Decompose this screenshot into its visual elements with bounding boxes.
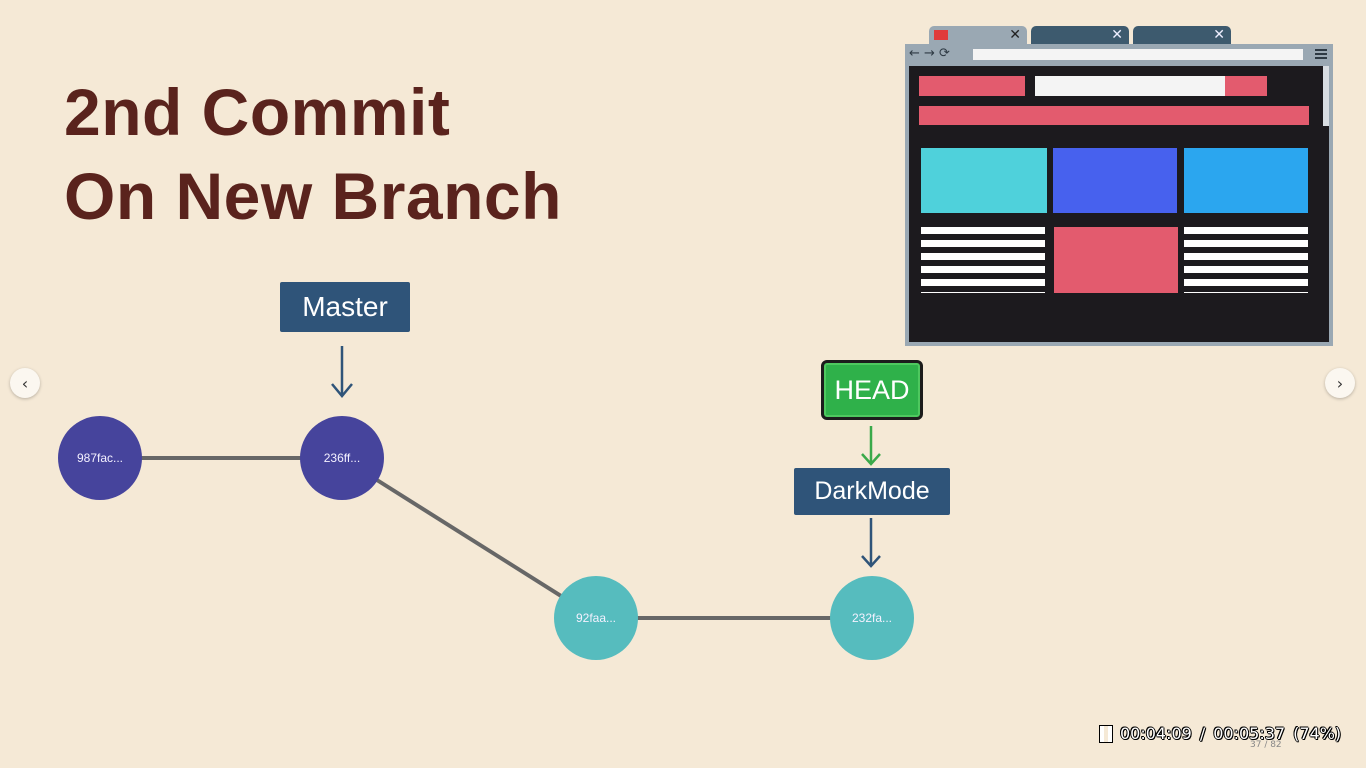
darkmode-branch-label: DarkMode <box>794 468 950 515</box>
browser-tab: ✕ <box>1031 26 1129 44</box>
close-icon: ✕ <box>1111 27 1123 43</box>
commit-node: 236ff... <box>300 416 384 500</box>
playback-status: 00:04:09 / 00:05:37 (74%) <box>1099 724 1342 743</box>
search-block <box>1035 76 1225 96</box>
card-block <box>1053 148 1177 213</box>
progress-percent: (74%) <box>1293 724 1342 743</box>
current-time: 00:04:09 <box>1120 724 1192 743</box>
master-branch-label: Master <box>280 282 410 332</box>
nav-block <box>919 76 1025 96</box>
browser-tab: ✕ <box>1133 26 1231 44</box>
head-arrow-icon <box>861 426 881 466</box>
commit-node: 92faa... <box>554 576 638 660</box>
commit-hash: 92faa... <box>575 611 617 625</box>
commit-hash: 232fa... <box>851 611 893 625</box>
pause-icon[interactable] <box>1099 724 1113 743</box>
image-block <box>1054 227 1178 293</box>
commit-node: 987fac... <box>58 416 142 500</box>
slide-page-counter: 37 / 82 <box>1250 740 1282 750</box>
close-icon: ✕ <box>1213 27 1225 43</box>
darkmode-arrow-icon <box>861 518 881 568</box>
browser-illustration: ✕ ✕ ✕ ← → ⟳ <box>905 26 1333 346</box>
previous-slide-button[interactable]: ‹ <box>10 368 40 398</box>
browser-tab: ✕ <box>929 26 1027 44</box>
text-lines-block <box>921 227 1045 293</box>
close-icon: ✕ <box>1009 27 1021 43</box>
card-block <box>921 148 1047 213</box>
chevron-right-icon: › <box>1336 373 1344 393</box>
address-bar <box>973 49 1303 60</box>
scrollbar <box>1323 66 1329 126</box>
edge-236-92f <box>340 456 598 620</box>
commit-hash: 236ff... <box>323 451 361 465</box>
commit-node: 232fa... <box>830 576 914 660</box>
back-forward-reload-icon: ← → ⟳ <box>909 46 950 61</box>
next-slide-button[interactable]: › <box>1325 368 1355 398</box>
card-block <box>1184 148 1308 213</box>
head-label: HEAD <box>821 360 923 420</box>
tab-favicon-icon <box>934 30 948 40</box>
banner-block <box>919 106 1309 125</box>
time-separator: / <box>1199 724 1206 743</box>
search-button-block <box>1225 76 1267 96</box>
text-lines-block <box>1184 227 1308 293</box>
chevron-left-icon: ‹ <box>21 373 29 393</box>
browser-toolbar: ← → ⟳ <box>905 44 1333 66</box>
master-arrow-icon <box>331 346 353 398</box>
commit-hash: 987fac... <box>76 451 124 465</box>
hamburger-menu-icon <box>1315 49 1327 61</box>
browser-viewport <box>905 66 1333 346</box>
